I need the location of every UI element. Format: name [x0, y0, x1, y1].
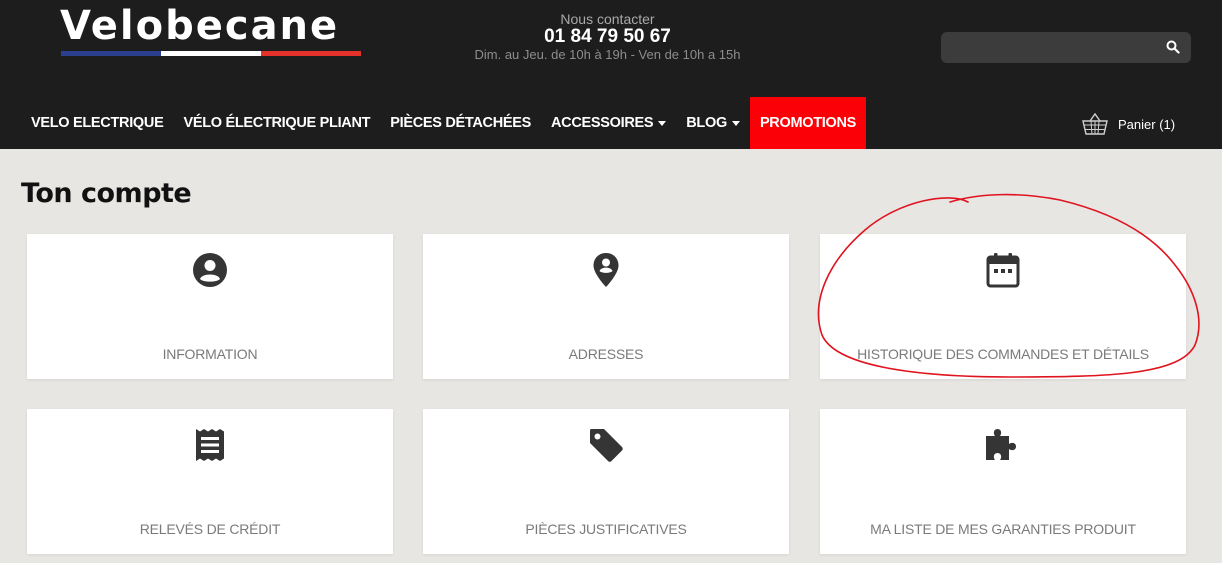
contact-phone[interactable]: 01 84 79 50 67 [440, 27, 775, 47]
search-button[interactable] [1162, 36, 1184, 58]
map-pin-icon [593, 253, 619, 287]
tile-label: ADRESSES [568, 346, 644, 362]
tile-label: INFORMATION [162, 346, 258, 362]
main-nav: VELO ELECTRIQUE VÉLO ÉLECTRIQUE PLIANT P… [21, 97, 867, 149]
nav-item-promotions[interactable]: PROMOTIONS [749, 97, 867, 149]
tile-label: RELEVÉS DE CRÉDIT [139, 521, 281, 537]
search-icon [1166, 40, 1180, 54]
tile-information[interactable]: INFORMATION [27, 234, 393, 379]
site-header: Velobecane Nous contacter 01 84 79 50 67… [0, 0, 1222, 149]
contact-label: Nous contacter [560, 11, 655, 27]
caret-down-icon [731, 120, 740, 126]
nav-item-velo-electrique[interactable]: VELO ELECTRIQUE [21, 97, 173, 149]
search-input[interactable] [941, 32, 1191, 63]
tile-garanties-produit[interactable]: MA LISTE DE MES GARANTIES PRODUIT [820, 409, 1186, 554]
french-flag-stripe [61, 51, 361, 56]
nav-item-blog[interactable]: BLOG [676, 97, 750, 149]
cart-label: Panier (1) [1118, 116, 1176, 132]
flag-white-band [161, 51, 261, 56]
tile-adresses[interactable]: ADRESSES [423, 234, 789, 379]
flag-red-band [261, 51, 361, 56]
tile-historique-commandes[interactable]: HISTORIQUE DES COMMANDES ET DÉTAILS [820, 234, 1186, 379]
nav-item-label: VÉLO ÉLECTRIQUE PLIANT [183, 115, 371, 131]
puzzle-icon [986, 429, 1016, 460]
basket-icon [1082, 112, 1108, 135]
calendar-icon [986, 253, 1020, 288]
tag-icon [590, 429, 623, 462]
nav-item-label: BLOG [686, 115, 727, 131]
contact-hours: Dim. au Jeu. de 10h à 19h - Ven de 10h a… [474, 47, 741, 62]
tile-label: PIÈCES JUSTIFICATIVES [525, 521, 687, 537]
user-circle-icon [193, 253, 227, 287]
tile-releves-credit[interactable]: RELEVÉS DE CRÉDIT [27, 409, 393, 554]
tile-label: HISTORIQUE DES COMMANDES ET DÉTAILS [857, 346, 1149, 362]
flag-blue-band [61, 51, 161, 56]
cart-link[interactable]: Panier (1) [1082, 110, 1175, 138]
receipt-icon [196, 429, 224, 461]
contact-block: Nous contacter 01 84 79 50 67 Dim. au Je… [440, 11, 775, 63]
logo[interactable]: Velobecane [60, 2, 339, 50]
page-title: Ton compte [21, 178, 192, 209]
nav-item-accessoires[interactable]: ACCESSOIRES [541, 97, 676, 149]
caret-down-icon [658, 120, 667, 126]
nav-item-velo-electrique-pliant[interactable]: VÉLO ÉLECTRIQUE PLIANT [173, 97, 380, 149]
nav-item-pieces-detachees[interactable]: PIÈCES DÉTACHÉES [380, 97, 541, 149]
nav-item-label: PROMOTIONS [759, 115, 857, 131]
nav-item-label: VELO ELECTRIQUE [31, 115, 164, 131]
nav-item-label: ACCESSOIRES [551, 115, 654, 131]
nav-item-label: PIÈCES DÉTACHÉES [390, 115, 531, 131]
tile-label: MA LISTE DE MES GARANTIES PRODUIT [870, 521, 1136, 537]
tile-pieces-justificatives[interactable]: PIÈCES JUSTIFICATIVES [423, 409, 789, 554]
